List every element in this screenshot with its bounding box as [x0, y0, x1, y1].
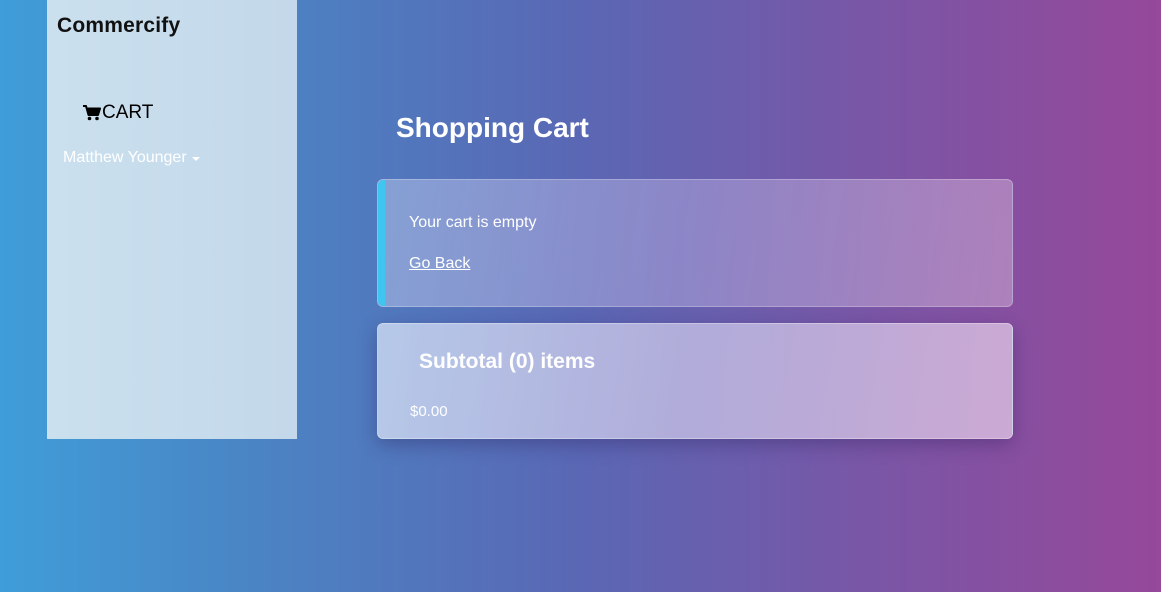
cart-link[interactable]: CART — [83, 102, 153, 124]
subtotal-amount: $0.00 — [410, 403, 448, 420]
subtotal-card: Subtotal (0) items $0.00 — [377, 323, 1013, 439]
subtotal-heading: Subtotal (0) items — [419, 350, 596, 373]
cart-label: CART — [102, 102, 154, 123]
sidebar: Commercify CART Matthew Younger — [47, 0, 297, 439]
empty-cart-alert: Your cart is empty Go Back — [377, 179, 1013, 307]
shopping-cart-icon — [83, 105, 102, 121]
user-name: Matthew Younger — [63, 149, 187, 166]
brand-logo[interactable]: Commercify — [57, 14, 180, 38]
empty-cart-message: Your cart is empty — [409, 214, 537, 231]
go-back-link[interactable]: Go Back — [409, 255, 470, 273]
caret-down-icon — [191, 156, 200, 161]
page-title: Shopping Cart — [396, 112, 589, 143]
alert-accent-bar — [378, 180, 385, 306]
user-menu-dropdown[interactable]: Matthew Younger — [63, 149, 200, 167]
